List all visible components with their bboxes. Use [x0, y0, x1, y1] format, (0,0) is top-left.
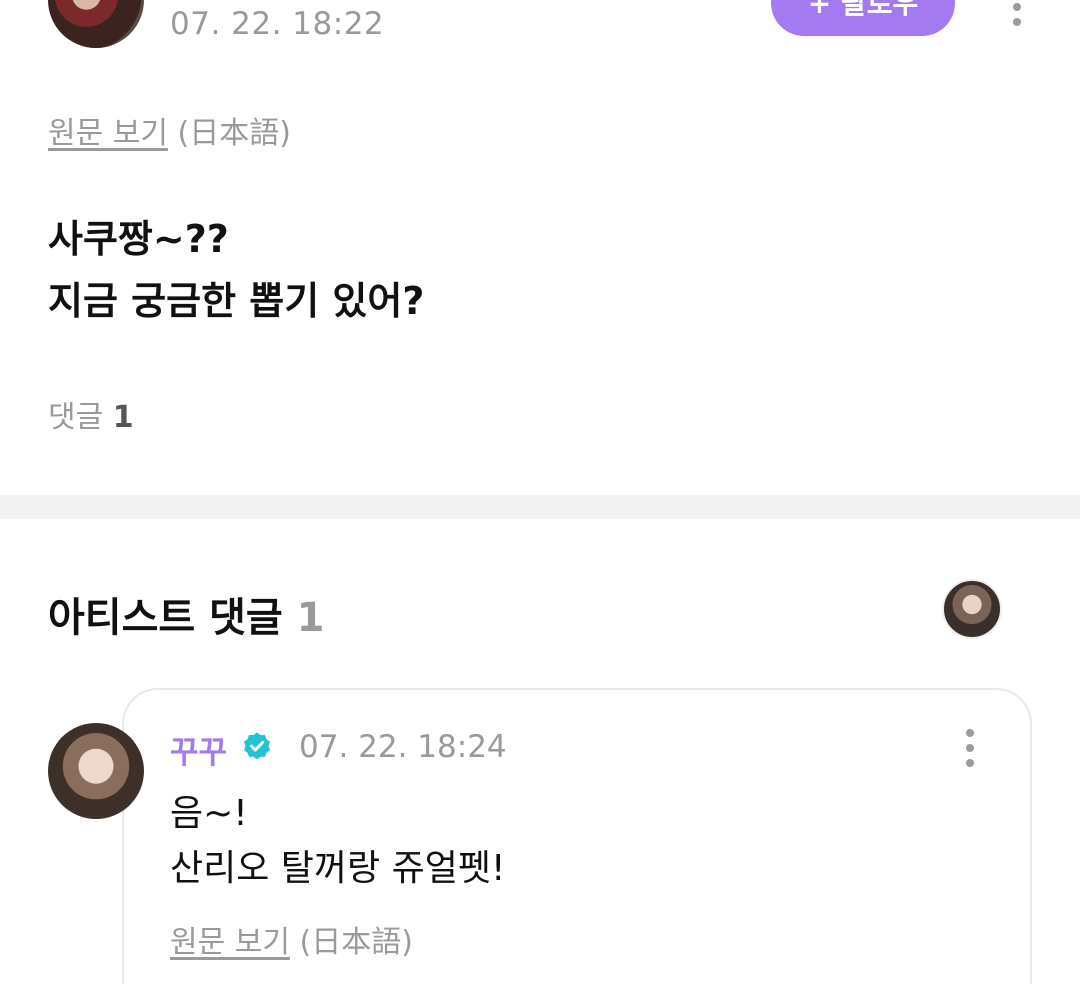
post-body-line: 지금 궁금한 뽑기 있어? — [48, 279, 425, 323]
comment-label: 댓글 — [48, 400, 104, 435]
comment-body-line: 산리오 탈꺼랑 쥬얼펫! — [170, 848, 506, 889]
follow-button[interactable]: + 팔로우 — [771, 0, 955, 36]
artist-avatar-small[interactable] — [942, 579, 1002, 639]
commenter-avatar[interactable] — [48, 723, 144, 819]
comment-original-language: (日本語) — [299, 925, 413, 960]
comment-view-original-link[interactable]: 원문 보기 — [170, 925, 290, 960]
view-original-link[interactable]: 원문 보기 — [48, 116, 168, 151]
post-body: 사쿠짱~?? 지금 궁금한 뽑기 있어? — [48, 208, 424, 332]
comment-date: 07. 22. 18:24 — [299, 729, 507, 765]
comment-translate-toggle: 원문 보기 (日本語) — [170, 917, 413, 961]
artist-comments-count: 1 — [296, 595, 325, 641]
more-vertical-icon[interactable] — [1011, 0, 1023, 26]
comment-count: 1 — [112, 400, 134, 435]
translate-toggle: 원문 보기 (日本語) — [48, 108, 291, 152]
comment-count-link[interactable]: 댓글 1 — [48, 392, 134, 436]
commenter-name[interactable]: 꾸꾸 — [170, 727, 227, 772]
original-language: (日本語) — [177, 116, 291, 151]
artist-comments-label: 아티스트 댓글 — [48, 595, 283, 641]
comment-body-line: 음~! — [170, 793, 248, 834]
post-date: 07. 22. 18:22 — [170, 6, 385, 42]
section-divider — [0, 495, 1080, 519]
author-avatar[interactable] — [48, 0, 144, 48]
artist-comments-title: 아티스트 댓글 1 — [48, 585, 325, 643]
comment-body: 음~! 산리오 탈꺼랑 쥬얼펫! — [170, 786, 505, 896]
post-header: 07. 22. 18:22 + 팔로우 — [0, 0, 1080, 60]
post-body-line: 사쿠짱~?? — [48, 217, 229, 261]
more-vertical-icon[interactable] — [964, 729, 976, 767]
verified-badge-icon — [244, 732, 270, 760]
